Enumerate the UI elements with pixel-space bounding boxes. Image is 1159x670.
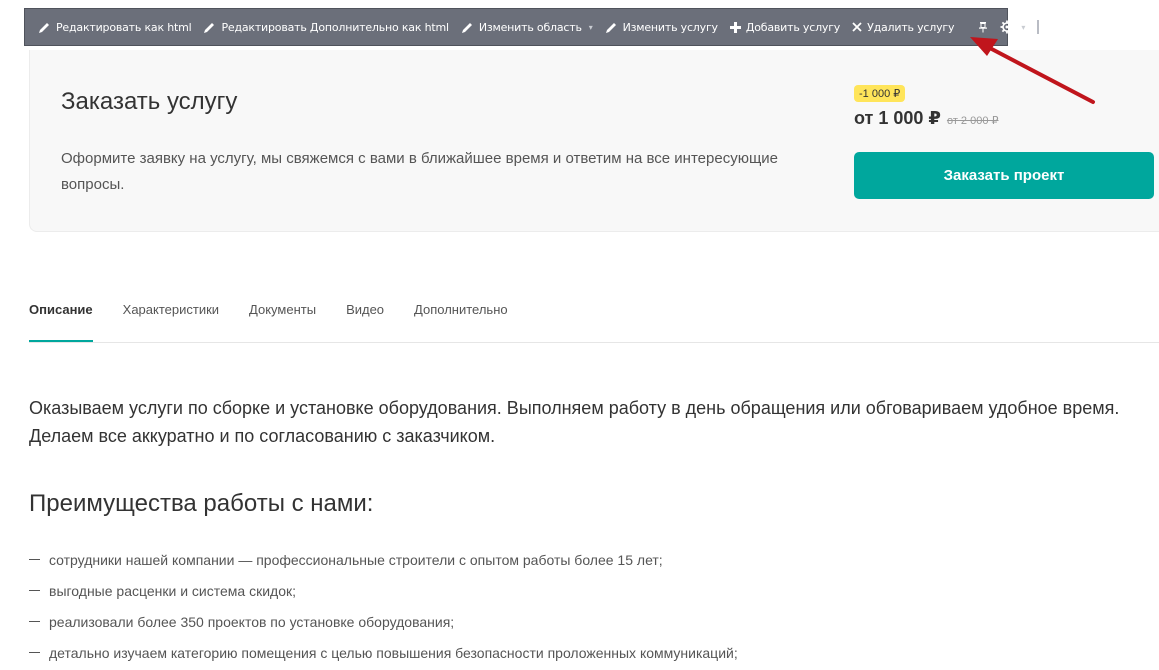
admin-toolbar: Редактировать как html Редактировать Доп… — [24, 8, 1040, 46]
pencil-icon — [38, 21, 51, 34]
list-item-text: сотрудники нашей компании — профессионал… — [49, 552, 663, 568]
dash-bullet-icon — [29, 559, 40, 560]
advantages-list: сотрудники нашей компании — профессионал… — [29, 548, 738, 670]
edit-as-html-button[interactable]: Редактировать как html — [32, 9, 197, 45]
pencil-icon — [605, 21, 618, 34]
content-tabs: Описание Характеристики Документы Видео … — [29, 290, 1159, 343]
price-row: от 1 000 ₽ от 2 000 ₽ — [854, 108, 999, 129]
dash-bullet-icon — [29, 621, 40, 622]
add-service-label: Добавить услугу — [745, 20, 841, 34]
order-project-button[interactable]: Заказать проект — [854, 152, 1154, 199]
list-item: детально изучаем категорию помещения с ц… — [29, 641, 738, 670]
change-service-button[interactable]: Изменить услугу — [599, 9, 724, 45]
list-item: реализовали более 350 проектов по устано… — [29, 610, 738, 641]
tab-additional[interactable]: Дополнительно — [414, 290, 508, 330]
change-area-button[interactable]: Изменить область ▾ — [455, 9, 599, 45]
pencil-icon — [203, 21, 216, 34]
list-item-text: детально изучаем категорию помещения с ц… — [49, 645, 738, 661]
tab-description[interactable]: Описание — [29, 290, 93, 342]
edit-as-html-label: Редактировать как html — [56, 20, 192, 34]
list-item-text: реализовали более 350 проектов по устано… — [49, 614, 455, 630]
edit-extra-as-html-button[interactable]: Редактировать Дополнительно как html — [197, 9, 454, 45]
change-area-label: Изменить область — [478, 20, 582, 34]
close-icon — [852, 22, 862, 32]
add-service-button[interactable]: Добавить услугу — [724, 9, 846, 45]
chevron-down-icon: ▾ — [588, 22, 593, 32]
pencil-icon — [461, 21, 474, 34]
advantages-heading: Преимущества работы с нами: — [29, 490, 374, 517]
annotation-arrow-icon — [970, 37, 1095, 104]
change-service-label: Изменить услугу — [622, 20, 718, 34]
delete-service-label: Удалить услугу — [867, 20, 955, 34]
list-item: выгодные расценки и система скидок; — [29, 579, 738, 610]
edit-extra-as-html-label: Редактировать Дополнительно как html — [221, 20, 449, 34]
list-item-text: выгодные расценки и система скидок; — [49, 583, 296, 599]
page: Редактировать как html Редактировать Доп… — [0, 0, 1159, 670]
order-description: Оформите заявку на услугу, мы свяжемся с… — [61, 150, 779, 193]
plus-icon — [729, 21, 741, 33]
service-intro-text: Оказываем услуги по сборке и установке о… — [29, 398, 1120, 446]
tab-documents[interactable]: Документы — [249, 290, 316, 330]
dash-bullet-icon — [29, 652, 40, 653]
order-title: Заказать услугу — [61, 88, 238, 115]
current-price: от 1 000 ₽ — [854, 108, 941, 128]
discount-badge: -1 000 ₽ — [854, 85, 906, 102]
tab-video[interactable]: Видео — [346, 290, 384, 330]
list-item: сотрудники нашей компании — профессионал… — [29, 548, 738, 579]
dash-bullet-icon — [29, 590, 40, 591]
old-price: от 2 000 ₽ — [946, 115, 999, 127]
delete-service-button[interactable]: Удалить услугу — [846, 9, 960, 45]
tab-characteristics[interactable]: Характеристики — [123, 290, 219, 330]
